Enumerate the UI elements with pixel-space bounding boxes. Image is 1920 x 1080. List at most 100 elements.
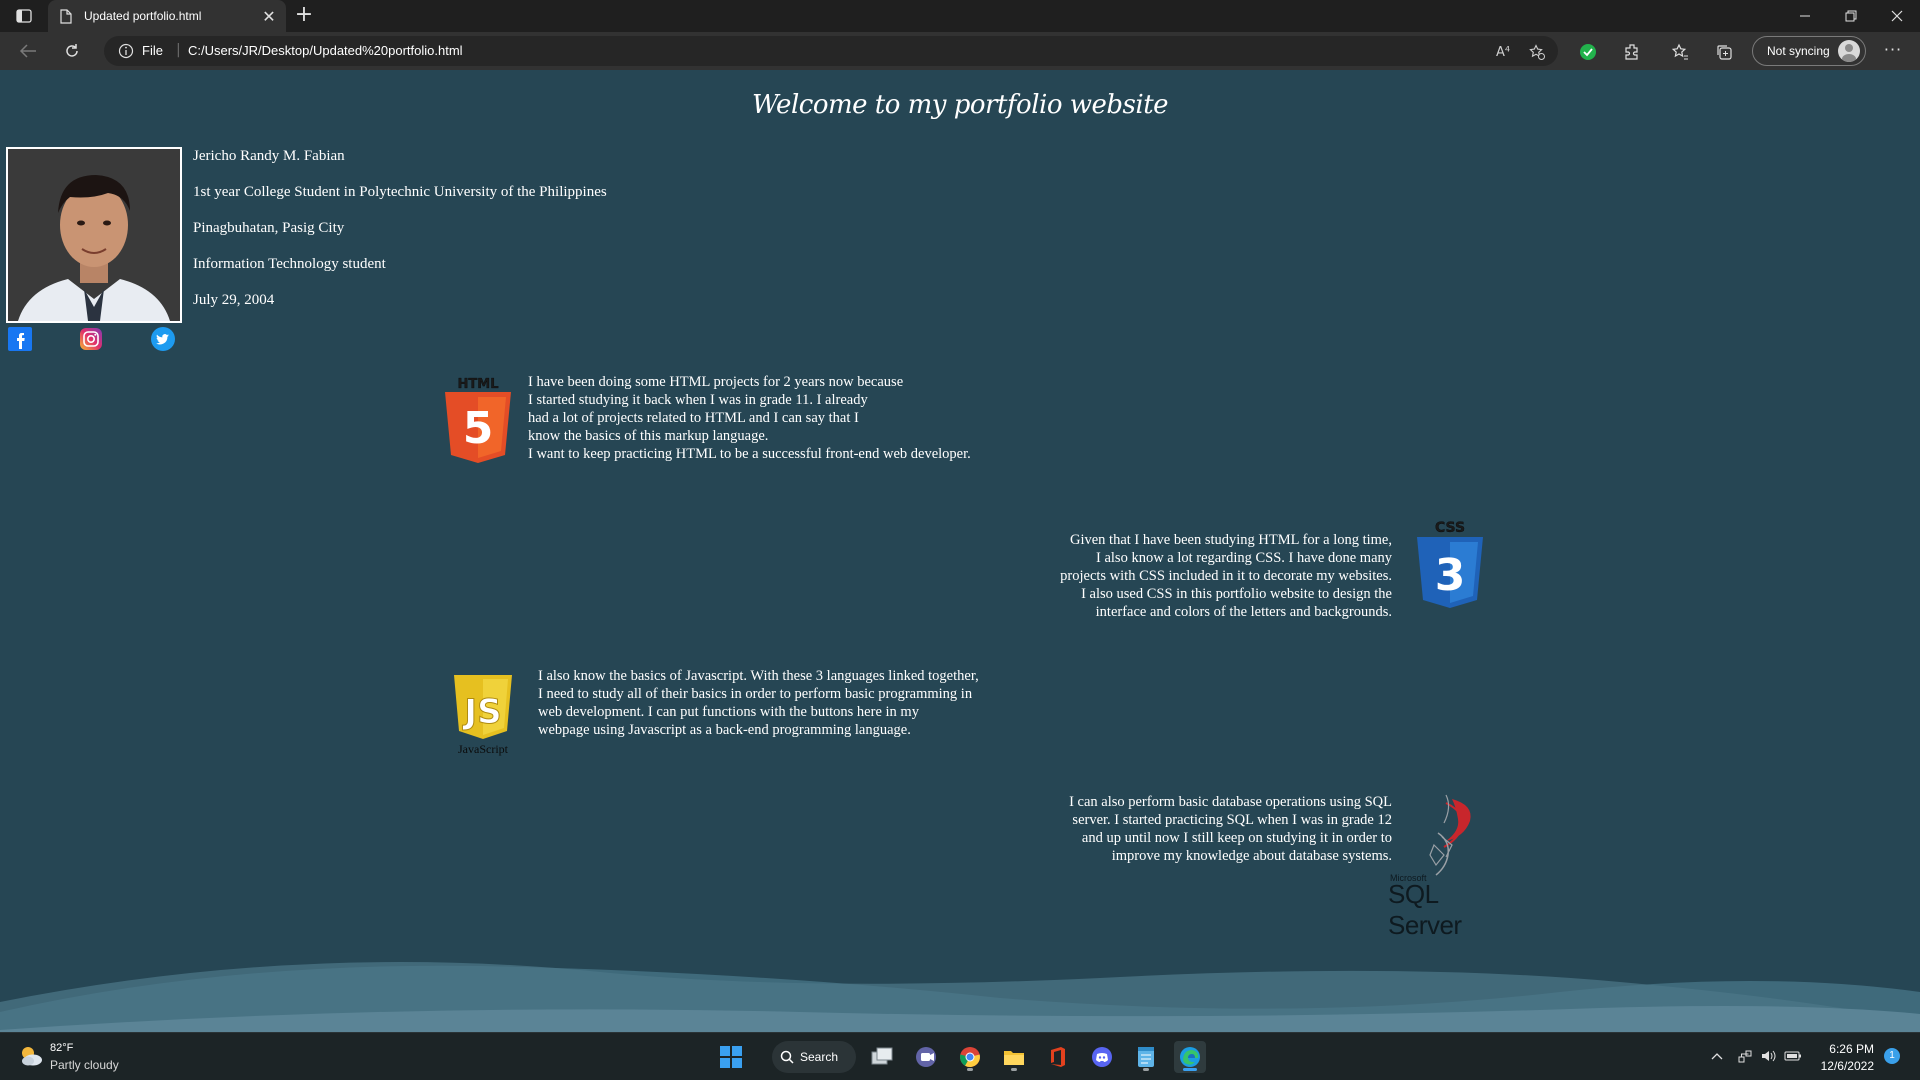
html-line: I started studying it back when I was in…	[528, 392, 868, 408]
windows-taskbar: 82°F Partly cloudy Search 6:26 PM 12/6/2…	[0, 1032, 1920, 1080]
profile-school: 1st year College Student in Polytechnic …	[193, 184, 607, 200]
js-line: webpage using Javascript as a back-end p…	[538, 722, 911, 738]
weather-icon[interactable]	[18, 1044, 44, 1068]
discord-icon[interactable]	[1086, 1041, 1118, 1073]
address-separator: |	[176, 42, 181, 58]
sql-line: and up until now I still keep on studyin…	[1081, 830, 1392, 846]
show-hidden-icons[interactable]	[1708, 1047, 1726, 1065]
back-button[interactable]	[14, 38, 42, 64]
profile-name: Jericho Randy M. Fabian	[193, 148, 345, 164]
sql-line: improve my knowledge about database syst…	[1111, 848, 1392, 864]
address-url[interactable]: C:/Users/JR/Desktop/Updated%20portfolio.…	[188, 43, 463, 58]
js-logo-text: JS	[462, 692, 501, 732]
css-line: projects with CSS included in it to deco…	[1060, 568, 1392, 584]
js-line: I need to study all of their basics in o…	[538, 686, 973, 702]
task-view-icon[interactable]	[866, 1041, 898, 1073]
css3-logo: CSS 3	[1412, 518, 1488, 610]
sync-label: Not syncing	[1767, 44, 1830, 58]
search-icon	[780, 1050, 794, 1064]
sql-server-logo: Microsoft SQL Server	[1386, 793, 1516, 940]
html-line: I want to keep practicing HTML to be a s…	[528, 446, 971, 462]
clock-time[interactable]: 6:26 PM	[1826, 1042, 1874, 1056]
browser-toolbar: File | C:/Users/JR/Desktop/Updated%20por…	[0, 32, 1920, 70]
tab-updated-portfolio[interactable]: Updated portfolio.html ✕	[48, 0, 286, 32]
tab-close-icon[interactable]: ✕	[258, 7, 280, 26]
css-logo-number: 3	[1435, 550, 1466, 601]
profile-sync-button[interactable]: Not syncing	[1752, 36, 1866, 66]
add-favorite-icon[interactable]	[1528, 43, 1546, 61]
running-indicator	[1143, 1068, 1149, 1071]
javascript-logo: JS JavaScript	[448, 673, 518, 757]
info-icon[interactable]	[118, 43, 134, 59]
html-line: know the basics of this markup language.	[528, 428, 769, 444]
profile-photo	[6, 147, 182, 323]
html-description: I have been doing some HTML projects for…	[528, 373, 971, 463]
browser-tab-strip: Updated portfolio.html ✕ +	[0, 0, 1920, 32]
address-bar[interactable]: File | C:/Users/JR/Desktop/Updated%20por…	[104, 36, 1558, 66]
office-icon[interactable]	[1042, 1041, 1074, 1073]
network-icon[interactable]	[1736, 1047, 1754, 1065]
teams-chat-icon[interactable]	[910, 1041, 942, 1073]
sql-logo-text: SQL Server	[1388, 879, 1462, 940]
html-logo-number: 5	[463, 403, 494, 454]
read-aloud-icon[interactable]: A⁴	[1494, 43, 1512, 61]
js-description: I also know the basics of Javascript. Wi…	[538, 667, 979, 739]
weather-description[interactable]: Partly cloudy	[50, 1058, 119, 1072]
sql-description: I can also perform basic database operat…	[1069, 793, 1392, 865]
restore-button[interactable]	[1828, 0, 1874, 32]
minimize-button[interactable]	[1782, 0, 1828, 32]
js-line: I also know the basics of Javascript. Wi…	[538, 668, 979, 684]
html5-logo: HTML 5	[440, 375, 516, 465]
css-description: Given that I have been studying HTML for…	[1060, 531, 1392, 621]
chrome-icon[interactable]	[954, 1041, 986, 1073]
portfolio-page: Welcome to my portfolio website Jericho …	[0, 70, 1920, 1032]
tab-actions-icon[interactable]	[10, 5, 38, 27]
refresh-button[interactable]	[58, 38, 86, 64]
facebook-icon[interactable]	[8, 327, 32, 351]
address-scheme: File	[142, 43, 163, 58]
sql-line: I can also perform basic database operat…	[1069, 794, 1392, 810]
file-icon	[60, 8, 72, 24]
css-line: Given that I have been studying HTML for…	[1069, 532, 1392, 548]
search-label: Search	[800, 1050, 839, 1064]
taskbar-search[interactable]: Search	[772, 1041, 856, 1073]
html-line: had a lot of projects related to HTML an…	[528, 410, 859, 426]
css-line: I also used CSS in this portfolio websit…	[1081, 586, 1392, 602]
tab-title: Updated portfolio.html	[84, 9, 202, 23]
sql-line: server. I started practicing SQL when I …	[1072, 812, 1392, 828]
collections-icon[interactable]	[1714, 42, 1734, 62]
profile-avatar	[1837, 40, 1860, 62]
notification-badge[interactable]: 1	[1884, 1048, 1900, 1064]
css-line: interface and colors of the letters and …	[1095, 604, 1392, 620]
running-indicator	[1011, 1068, 1017, 1071]
extension-check-icon[interactable]	[1578, 42, 1598, 62]
css-logo-text: CSS	[1435, 520, 1465, 536]
weather-temperature[interactable]: 82°F	[50, 1042, 73, 1054]
profile-course: Information Technology student	[193, 256, 386, 272]
js-logo-caption: JavaScript	[458, 742, 508, 756]
favorites-icon[interactable]	[1670, 42, 1690, 62]
extensions-icon[interactable]	[1622, 42, 1642, 62]
file-explorer-icon[interactable]	[998, 1041, 1030, 1073]
instagram-icon[interactable]	[79, 327, 103, 351]
running-indicator	[967, 1068, 973, 1071]
edge-icon[interactable]	[1174, 1041, 1206, 1073]
footer-waves	[0, 962, 1920, 1032]
html-line: I have been doing some HTML projects for…	[528, 374, 904, 390]
volume-icon[interactable]	[1760, 1047, 1778, 1065]
profile-address: Pinagbuhatan, Pasig City	[193, 220, 345, 236]
start-button[interactable]	[715, 1041, 747, 1073]
html-logo-text: HTML	[458, 377, 499, 392]
notepad-icon[interactable]	[1130, 1041, 1162, 1073]
page-title: Welcome to my portfolio website	[751, 90, 1169, 120]
settings-more-button[interactable]: ···	[1880, 40, 1906, 62]
clock-date[interactable]: 12/6/2022	[1810, 1059, 1874, 1073]
profile-birthdate: July 29, 2004	[193, 292, 275, 308]
new-tab-button[interactable]: +	[292, 4, 316, 28]
active-indicator	[1183, 1068, 1197, 1071]
css-line: I also know a lot regarding CSS. I have …	[1096, 550, 1392, 566]
js-line: web development. I can put functions wit…	[538, 704, 919, 720]
battery-icon[interactable]	[1784, 1047, 1802, 1065]
close-window-button[interactable]	[1874, 0, 1920, 32]
twitter-icon[interactable]	[151, 327, 175, 351]
